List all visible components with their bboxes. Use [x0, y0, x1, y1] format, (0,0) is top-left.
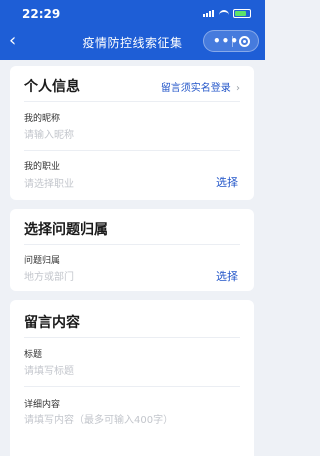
more-icon[interactable]: ••• — [213, 34, 239, 48]
detail-textarea[interactable]: 请填写内容（最多可输入400字） — [24, 411, 173, 426]
header: 22:29 ‹ 疫情防控线索征集 ••• — [0, 0, 265, 60]
divider — [24, 386, 240, 387]
category-select-button[interactable]: 选择 — [216, 268, 238, 284]
category-card: 选择问题归属 问题归属 地方或部门 选择 — [10, 209, 254, 291]
real-name-login-link[interactable]: 留言须实名登录 › — [161, 79, 240, 94]
personal-info-card: 个人信息 留言须实名登录 › 我的昵称 请输入昵称 我的职业 请选择职业 选择 — [10, 66, 254, 200]
category-title: 选择问题归属 — [24, 222, 108, 238]
category-input[interactable]: 地方或部门 — [24, 268, 74, 283]
subject-label: 标题 — [24, 350, 43, 360]
nickname-label: 我的昵称 — [24, 114, 61, 124]
category-label: 问题归属 — [24, 256, 61, 266]
job-label: 我的职业 — [24, 162, 61, 172]
divider — [24, 244, 240, 245]
status-time: 22:29 — [22, 7, 61, 21]
divider — [24, 150, 240, 151]
signal-icon — [203, 10, 215, 17]
status-icons — [203, 9, 251, 18]
job-input[interactable]: 请选择职业 — [24, 175, 74, 190]
chevron-right-icon: › — [236, 83, 240, 94]
navbar: ‹ 疫情防控线索征集 ••• — [0, 26, 265, 58]
close-target-icon[interactable] — [239, 36, 250, 47]
divider — [24, 337, 240, 338]
job-select-button[interactable]: 选择 — [216, 174, 238, 190]
real-name-login-label: 留言须实名登录 — [160, 83, 231, 94]
status-bar: 22:29 — [0, 0, 265, 26]
capsule-divider — [232, 36, 233, 47]
message-card: 留言内容 标题 请填写标题 详细内容 请填写内容（最多可输入400字） — [10, 300, 254, 456]
divider — [24, 101, 240, 102]
battery-icon — [233, 9, 251, 18]
message-title: 留言内容 — [24, 315, 80, 331]
detail-label: 详细内容 — [24, 400, 61, 410]
personal-info-title: 个人信息 — [24, 79, 80, 95]
wifi-icon — [219, 10, 229, 17]
subject-input[interactable]: 请填写标题 — [24, 362, 74, 377]
nickname-input[interactable]: 请输入昵称 — [24, 126, 74, 141]
mini-program-capsule: ••• — [203, 30, 259, 52]
